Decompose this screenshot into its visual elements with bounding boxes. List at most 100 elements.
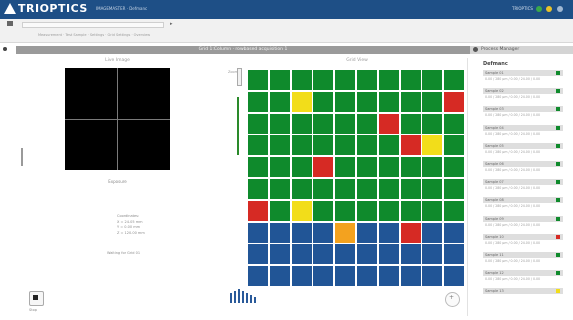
grid-cell[interactable] — [378, 157, 399, 178]
grid-cell[interactable] — [357, 244, 377, 265]
grid-cell[interactable] — [248, 200, 268, 221]
grid-cell[interactable] — [444, 266, 465, 287]
settings-item[interactable]: Sample 01 0.00 / 280 µm / 0.00 / 24.00 / … — [483, 70, 563, 86]
grid-cell[interactable] — [378, 179, 399, 199]
grid-cell[interactable] — [269, 200, 290, 221]
grid-cell[interactable] — [378, 244, 399, 265]
grid-cell[interactable] — [248, 70, 268, 90]
grid-cell[interactable] — [357, 200, 377, 221]
grid-cell[interactable] — [357, 222, 377, 243]
grid-cell[interactable] — [269, 244, 290, 265]
settings-item[interactable]: Sample 02 0.00 / 280 µm / 0.00 / 24.00 / … — [483, 88, 563, 104]
grid-cell[interactable] — [313, 113, 334, 134]
settings-item[interactable]: Sample 06 0.00 / 280 µm / 0.00 / 24.00 / … — [483, 161, 563, 177]
grid-cell[interactable] — [444, 200, 465, 221]
zoom-slider-track[interactable] — [237, 97, 239, 155]
grid-cell[interactable] — [269, 179, 290, 199]
grid-cell[interactable] — [291, 200, 312, 221]
grid-cell[interactable] — [335, 179, 356, 199]
grid-cell[interactable] — [400, 135, 421, 156]
settings-item[interactable]: Sample 07 0.00 / 280 µm / 0.00 / 24.00 / … — [483, 179, 563, 195]
grid-cell[interactable] — [357, 91, 377, 112]
grid-cell[interactable] — [291, 70, 312, 90]
settings-item-header[interactable]: Sample 03 — [483, 106, 563, 113]
forward-arrow-icon[interactable]: ▸ — [170, 21, 173, 27]
grid-cell[interactable] — [291, 113, 312, 134]
grid-cell[interactable] — [313, 157, 334, 178]
grid-cell[interactable] — [422, 266, 443, 287]
settings-item[interactable]: Sample 11 0.00 / 280 µm / 0.00 / 24.00 / … — [483, 252, 563, 268]
grid-cell[interactable] — [422, 179, 443, 199]
grid-cell[interactable] — [291, 179, 312, 199]
grid-cell[interactable] — [291, 91, 312, 112]
grid-cell[interactable] — [313, 222, 334, 243]
grid-cell[interactable] — [444, 113, 465, 134]
grid-cell[interactable] — [335, 222, 356, 243]
grid-cell[interactable] — [378, 135, 399, 156]
settings-item-header[interactable]: Sample 01 — [483, 70, 563, 76]
grid-cell[interactable] — [357, 157, 377, 178]
home-icon[interactable] — [7, 21, 13, 26]
grid-cell[interactable] — [378, 200, 399, 221]
grid-cell[interactable] — [313, 200, 334, 221]
signal-bars-icon[interactable] — [230, 289, 258, 303]
grid-cell[interactable] — [248, 244, 268, 265]
grid-cell[interactable] — [378, 222, 399, 243]
settings-item-header[interactable]: Sample 02 — [483, 88, 563, 95]
grid-cell[interactable] — [422, 244, 443, 265]
grid-cell[interactable] — [378, 266, 399, 287]
grid-cell[interactable] — [335, 70, 356, 90]
grid-cell[interactable] — [422, 157, 443, 178]
grid-cell[interactable] — [444, 91, 465, 112]
grid-cell[interactable] — [269, 222, 290, 243]
grid-cell[interactable] — [357, 70, 377, 90]
zoom-slider-handle[interactable] — [237, 68, 242, 86]
settings-item-header[interactable]: Sample 13 — [483, 288, 563, 295]
grid-cell[interactable] — [335, 200, 356, 221]
settings-item[interactable]: Sample 03 0.00 / 280 µm / 0.00 / 24.00 / … — [483, 106, 563, 122]
grid-cell[interactable] — [335, 113, 356, 134]
grid-cell[interactable] — [313, 179, 334, 199]
grid-cell[interactable] — [400, 70, 421, 90]
grid-cell[interactable] — [248, 135, 268, 156]
grid-cell[interactable] — [378, 91, 399, 112]
settings-item-header[interactable]: Sample 04 — [483, 124, 563, 131]
stop-icon[interactable] — [33, 295, 38, 300]
grid-cell[interactable] — [335, 266, 356, 287]
settings-item[interactable]: Sample 08 0.00 / 280 µm / 0.00 / 24.00 / … — [483, 197, 563, 213]
exposure-label[interactable]: Exposure — [65, 179, 170, 184]
grid-cell[interactable] — [269, 266, 290, 287]
grid-cell[interactable] — [269, 157, 290, 178]
grid-cell[interactable] — [248, 113, 268, 134]
grid-cell[interactable] — [269, 113, 290, 134]
grid-cell[interactable] — [269, 135, 290, 156]
settings-item-header[interactable]: Sample 05 — [483, 142, 563, 149]
settings-item[interactable]: Sample 13 — [483, 288, 563, 304]
grid-cell[interactable] — [422, 200, 443, 221]
grid-cell[interactable] — [400, 200, 421, 221]
settings-item[interactable]: Sample 12 0.00 / 280 µm / 0.00 / 24.00 / … — [483, 270, 563, 286]
settings-item-header[interactable]: Sample 10 — [483, 233, 563, 240]
grid-cell[interactable] — [335, 91, 356, 112]
grid-cell[interactable] — [248, 266, 268, 287]
grid-cell[interactable] — [444, 244, 465, 265]
grid-cell[interactable] — [248, 179, 268, 199]
grid-cell[interactable] — [313, 266, 334, 287]
breadcrumb[interactable]: Measurement · Test Sample · Settings · G… — [38, 33, 150, 37]
settings-item-header[interactable]: Sample 08 — [483, 197, 563, 204]
grid-cell[interactable] — [422, 91, 443, 112]
settings-item-header[interactable]: Sample 09 — [483, 215, 563, 222]
grid-cell[interactable] — [335, 157, 356, 178]
settings-indicator-icon[interactable] — [557, 6, 563, 12]
settings-item-header[interactable]: Sample 12 — [483, 270, 563, 277]
settings-item[interactable]: Sample 04 0.00 / 280 µm / 0.00 / 24.00 / … — [483, 124, 563, 141]
settings-item-header[interactable]: Sample 06 — [483, 161, 563, 167]
grid-cell[interactable] — [422, 113, 443, 134]
zoom-in-icon[interactable]: + — [449, 294, 454, 301]
settings-item-header[interactable]: Sample 11 — [483, 252, 563, 258]
grid-cell[interactable] — [444, 70, 465, 90]
grid-cell[interactable] — [400, 222, 421, 243]
panel-resize-handle[interactable] — [21, 148, 23, 166]
grid-cell[interactable] — [444, 135, 465, 156]
grid-cell[interactable] — [248, 157, 268, 178]
